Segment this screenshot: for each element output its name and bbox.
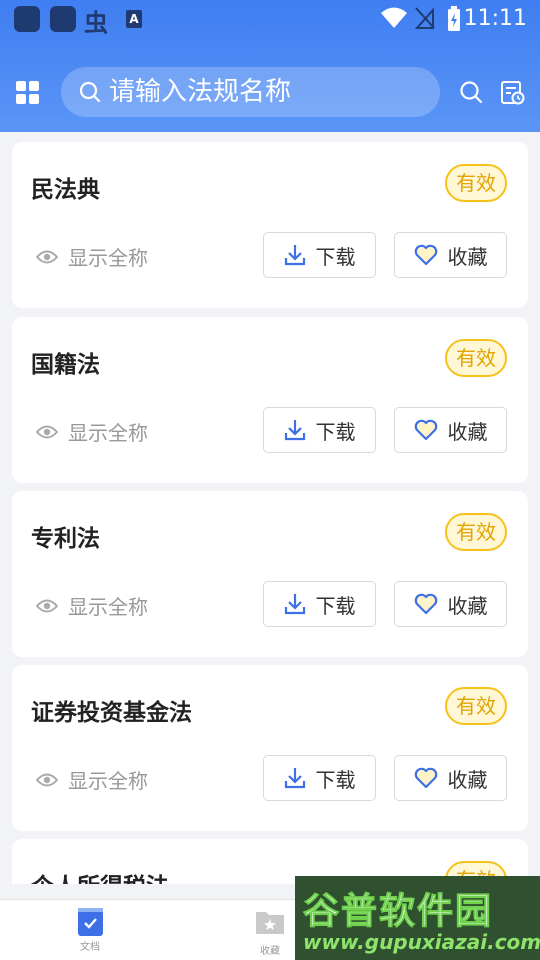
show-full-name-label: 显示全称 (68, 769, 148, 793)
keyboard-a-icon: A (126, 10, 142, 28)
no-signal-icon (414, 7, 435, 29)
status-bar: 虫 A 11:11 (0, 0, 540, 38)
download-icon (284, 420, 305, 441)
status-badge: 有效 (445, 164, 507, 202)
download-label: 下载 (315, 593, 356, 618)
tab-label: 文档 (80, 942, 100, 953)
battery-charging-icon (448, 6, 460, 31)
wifi-icon (381, 7, 407, 28)
watermark-title: 谷普软件园 (302, 891, 494, 933)
download-icon (284, 768, 305, 789)
eye-icon (36, 250, 58, 263)
download-button[interactable]: 下载 (263, 581, 376, 627)
law-list[interactable]: 民法典 有效 显示全称 下载 收藏 国籍法 有效 显示全称 下载 收藏 专利法 … (0, 132, 540, 884)
app-notification-icon (50, 6, 76, 32)
law-card[interactable]: 证券投资基金法 有效 显示全称 下载 收藏 (12, 665, 528, 831)
show-full-name-toggle[interactable]: 显示全称 (36, 591, 148, 620)
search-input[interactable] (109, 77, 409, 107)
eye-icon (36, 773, 58, 786)
category-grid-icon[interactable] (16, 81, 40, 105)
law-title: 个人所得税法 (31, 867, 169, 884)
folder-star-icon (256, 912, 284, 934)
download-icon (284, 245, 305, 266)
favorite-button[interactable]: 收藏 (394, 581, 507, 627)
app-notification-icon (14, 6, 40, 32)
law-card[interactable]: 民法典 有效 显示全称 下载 收藏 (12, 142, 528, 308)
tab-favorites[interactable]: 收藏 (240, 908, 300, 957)
favorite-label: 收藏 (447, 419, 488, 444)
search-button-icon[interactable] (459, 80, 483, 104)
favorite-button[interactable]: 收藏 (394, 755, 507, 801)
download-button[interactable]: 下载 (263, 407, 376, 453)
heart-icon (414, 244, 437, 266)
law-card[interactable]: 专利法 有效 显示全称 下载 收藏 (12, 491, 528, 657)
status-badge: 有效 (445, 339, 507, 377)
heart-icon (414, 767, 437, 789)
law-title: 国籍法 (31, 352, 100, 378)
download-label: 下载 (315, 419, 356, 444)
tab-label: 收藏 (260, 946, 280, 957)
law-title: 证券投资基金法 (31, 700, 192, 726)
eye-icon (36, 425, 58, 438)
law-title: 专利法 (31, 526, 100, 552)
heart-icon (414, 593, 437, 615)
search-bar[interactable] (61, 67, 440, 117)
download-label: 下载 (315, 244, 356, 269)
status-badge: 有效 (445, 687, 507, 725)
favorite-button[interactable]: 收藏 (394, 232, 507, 278)
status-badge: 有效 (445, 513, 507, 551)
show-full-name-label: 显示全称 (68, 246, 148, 270)
document-check-icon (77, 908, 103, 936)
download-button[interactable]: 下载 (263, 755, 376, 801)
download-label: 下载 (315, 767, 356, 792)
bug-app-icon: 虫 (84, 9, 108, 37)
law-title: 民法典 (31, 177, 100, 203)
download-icon (284, 594, 305, 615)
favorite-label: 收藏 (447, 244, 488, 269)
show-full-name-label: 显示全称 (68, 595, 148, 619)
search-icon (79, 81, 101, 103)
download-button[interactable]: 下载 (263, 232, 376, 278)
show-full-name-toggle[interactable]: 显示全称 (36, 242, 148, 271)
watermark-url: www.gupuxiazai.com (303, 930, 540, 954)
show-full-name-label: 显示全称 (68, 421, 148, 445)
heart-icon (414, 419, 437, 441)
favorite-label: 收藏 (447, 767, 488, 792)
watermark-logo: 谷普软件园 www.gupuxiazai.com (295, 876, 540, 960)
eye-icon (36, 599, 58, 612)
status-time: 11:11 (463, 6, 527, 31)
show-full-name-toggle[interactable]: 显示全称 (36, 417, 148, 446)
history-icon[interactable] (500, 80, 526, 106)
law-card[interactable]: 国籍法 有效 显示全称 下载 收藏 (12, 317, 528, 483)
top-header: 虫 A 11:11 (0, 0, 540, 132)
show-full-name-toggle[interactable]: 显示全称 (36, 765, 148, 794)
tab-documents[interactable]: 文档 (60, 908, 120, 953)
favorite-button[interactable]: 收藏 (394, 407, 507, 453)
favorite-label: 收藏 (447, 593, 488, 618)
